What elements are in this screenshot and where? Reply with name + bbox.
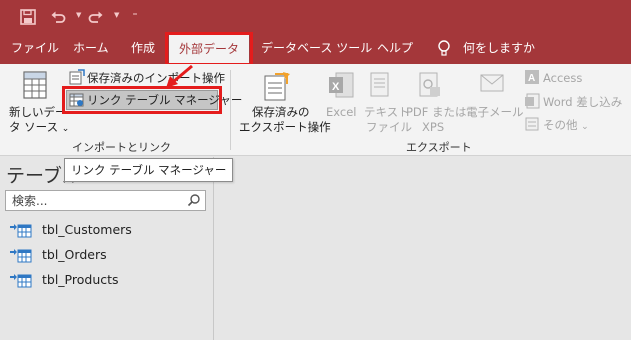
undo-dropdown-icon[interactable]: ▼: [76, 11, 81, 19]
new-data-source-icon: [23, 71, 47, 99]
export-pdf-label-2[interactable]: XPS: [422, 120, 444, 134]
nav-item-tbl-orders[interactable]: tbl_Orders: [10, 246, 200, 266]
new-data-source-label-1[interactable]: 新しいデー: [9, 105, 67, 119]
group-export: エクスポート: [406, 141, 472, 154]
export-word-merge-button[interactable]: Word 差し込み: [543, 95, 622, 109]
arrow-annotation-icon: [166, 64, 193, 88]
export-access-button[interactable]: Access: [543, 71, 582, 85]
nav-item-label: tbl_Products: [42, 272, 119, 287]
pdf-xps-icon: [419, 72, 440, 97]
tab-home[interactable]: ホーム: [73, 34, 109, 64]
excel-icon: X: [329, 72, 354, 98]
tab-create[interactable]: 作成: [131, 34, 155, 64]
redo-icon[interactable]: [88, 6, 114, 28]
tooltip: リンク テーブル マネージャー: [64, 158, 234, 182]
saved-exports-label-2[interactable]: エクスポート操作: [239, 120, 331, 134]
export-text-file-label-2[interactable]: ファイル: [366, 120, 412, 134]
export-more-label: その他: [543, 118, 578, 132]
ribbon-tab-bar: ファイル ホーム 作成 外部データ データベース ツール ヘルプ 何をしますか: [0, 34, 631, 64]
export-pdf-label-1[interactable]: PDF または: [406, 105, 467, 119]
nav-item-label: tbl_Customers: [42, 222, 132, 237]
chevron-down-icon: ⌄: [581, 122, 589, 132]
saved-exports-label-1[interactable]: 保存済みの: [252, 105, 310, 119]
workspace-area: [215, 157, 631, 340]
linked-table-icon: [10, 274, 32, 288]
lightbulb-icon: [438, 40, 450, 56]
customize-toolbar-icon[interactable]: ⁼: [130, 6, 140, 28]
new-data-source-button[interactable]: タ ソース ⌄: [9, 120, 69, 136]
export-more-button[interactable]: その他 ⌄: [543, 118, 589, 134]
nav-item-label: tbl_Orders: [42, 247, 107, 262]
export-text-file-label-1[interactable]: テキスト: [364, 105, 410, 119]
group-separator: [230, 70, 231, 150]
more-export-icon: [525, 117, 539, 131]
export-excel-button[interactable]: Excel: [326, 105, 356, 119]
navigation-pane: テーブル 検索... tbl_Customers tbl_Orders tbl_…: [0, 157, 214, 340]
access-icon: A: [525, 70, 539, 84]
saved-exports-icon: [264, 72, 290, 101]
save-icon[interactable]: [20, 6, 38, 28]
text-file-icon: [370, 72, 389, 97]
saved-imports-button[interactable]: 保存済みのインポート操作: [87, 71, 225, 85]
svg-text:A: A: [528, 73, 535, 84]
tab-highlight-annotation: [165, 32, 253, 66]
linked-table-icon: [10, 249, 32, 263]
linked-table-icon: [10, 224, 32, 238]
chevron-down-icon: ⌄: [61, 124, 70, 134]
svg-text:X: X: [332, 81, 340, 93]
tab-file[interactable]: ファイル: [11, 34, 59, 64]
tab-help[interactable]: ヘルプ: [377, 34, 413, 64]
group-import-link: インポートとリンク: [72, 141, 171, 154]
nav-search-input[interactable]: 検索...: [5, 190, 206, 211]
saved-imports-icon: [69, 69, 85, 85]
tell-me-search[interactable]: 何をしますか: [463, 34, 535, 64]
export-email-button[interactable]: 電子メール: [466, 105, 524, 119]
nav-item-tbl-products[interactable]: tbl_Products: [10, 271, 200, 291]
redo-dropdown-icon[interactable]: ▼: [114, 11, 119, 19]
new-data-source-label-2: タ ソース: [9, 120, 59, 134]
nav-item-tbl-customers[interactable]: tbl_Customers: [10, 221, 200, 241]
quick-access-toolbar: ▼ ▼ ⁼: [0, 0, 631, 34]
email-icon: [480, 74, 504, 92]
nav-search-placeholder: 検索...: [12, 194, 48, 208]
tab-database-tools[interactable]: データベース ツール: [261, 34, 372, 64]
undo-icon[interactable]: [50, 6, 76, 28]
word-merge-icon: [525, 93, 540, 109]
search-icon[interactable]: [187, 193, 201, 207]
